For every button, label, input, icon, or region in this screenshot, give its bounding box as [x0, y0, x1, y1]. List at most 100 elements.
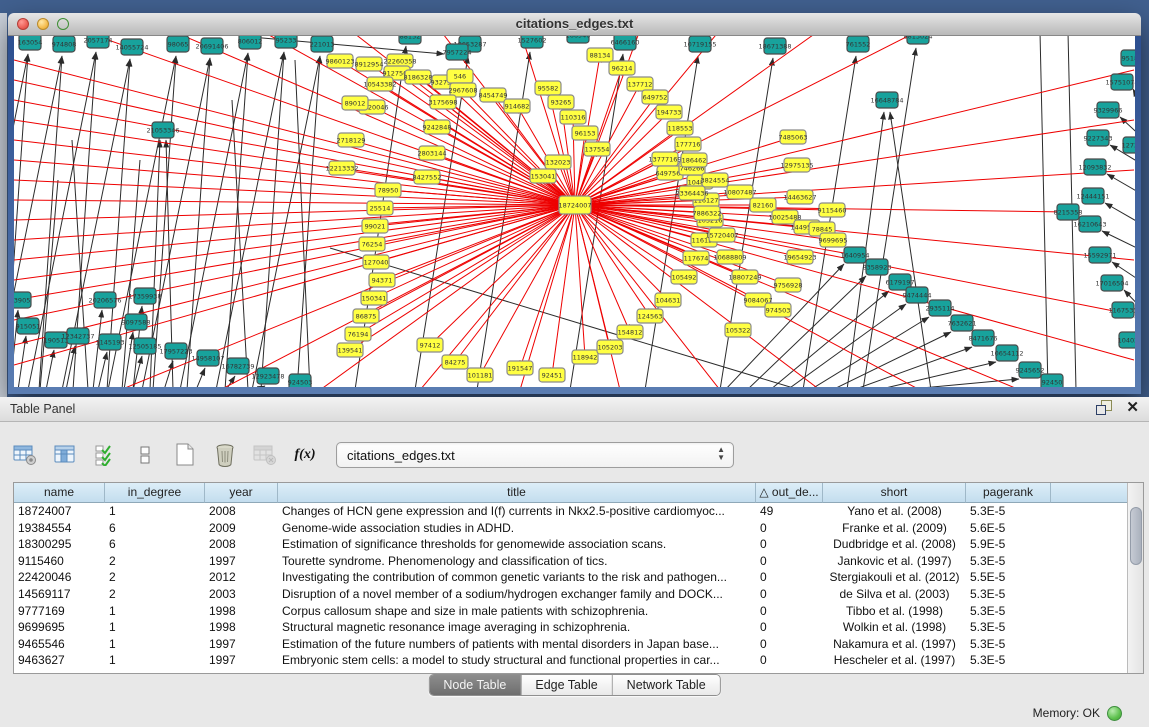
cell-pagerank[interactable]: 5.3E-5 [966, 619, 1051, 636]
graph-node[interactable]: 221013 [310, 36, 335, 52]
graph-node[interactable]: 8471676 [969, 330, 998, 346]
graph-node[interactable]: 13777169 [648, 152, 681, 166]
graph-node[interactable]: 7886322 [693, 206, 722, 220]
table-row[interactable]: 1938455462009Genome-wide association stu… [14, 520, 1127, 537]
graph-node[interactable]: 3824554 [701, 173, 730, 187]
cell-year[interactable]: 2012 [205, 569, 278, 586]
graph-node[interactable]: 2803144 [418, 146, 447, 160]
graph-node[interactable]: 1527602 [518, 36, 547, 48]
table-row[interactable]: 946554611997Estimation of the future num… [14, 636, 1127, 653]
column-header-out_degree[interactable]: △ out_de... [756, 483, 823, 503]
graph-node[interactable]: 15592971 [1083, 247, 1116, 263]
cell-in_degree[interactable]: 1 [105, 503, 205, 520]
cell-out_degree[interactable]: 0 [756, 619, 823, 636]
graph-node[interactable]: 17957223 [159, 343, 192, 359]
graph-node[interactable]: 132023 [545, 155, 571, 169]
graph-node[interactable]: 14958107 [191, 350, 224, 366]
cell-title[interactable]: Tourette syndrome. Phenomenology and cla… [278, 553, 756, 570]
column-header-short[interactable]: short [823, 483, 966, 503]
graph-node[interactable]: 88134 [587, 48, 613, 62]
graph-node[interactable]: 10807487 [723, 185, 756, 199]
graph-node[interactable]: 12213332 [325, 161, 358, 175]
graph-node[interactable]: 21053346 [146, 122, 179, 138]
graph-node[interactable]: 8358923 [863, 259, 892, 275]
table-row[interactable]: 977716911998Corpus callosum shape and si… [14, 603, 1127, 620]
graph-node[interactable]: 761552 [846, 36, 871, 52]
cell-short[interactable]: Nakamura et al. (1997) [823, 636, 966, 653]
delete-table-icon[interactable] [210, 440, 240, 470]
graph-node[interactable]: 974808 [52, 36, 77, 52]
cell-year[interactable]: 1997 [205, 636, 278, 653]
graph-node[interactable]: 96153 [572, 126, 598, 140]
cell-pagerank[interactable]: 5.3E-5 [966, 553, 1051, 570]
tab-node-table[interactable]: Node Table [429, 675, 521, 695]
graph-node[interactable]: 9699695 [819, 233, 848, 247]
tab-network-table[interactable]: Network Table [613, 675, 720, 695]
cell-title[interactable]: Estimation of the future numbers of pati… [278, 636, 756, 653]
cell-title[interactable]: Genome-wide association studies in ADHD. [278, 520, 756, 537]
function-builder-icon[interactable]: f(x) [290, 440, 320, 470]
graph-node[interactable]: 82160 [750, 198, 776, 212]
table-row[interactable]: 969969511998Structural magnetic resonanc… [14, 619, 1127, 636]
graph-node[interactable]: 12093832 [1078, 159, 1111, 175]
cell-year[interactable]: 2008 [205, 536, 278, 553]
graph-node[interactable]: 8912954 [355, 57, 384, 71]
graph-node[interactable]: 806012 [238, 36, 263, 49]
cell-pagerank[interactable]: 5.6E-5 [966, 520, 1051, 537]
cell-name[interactable]: 18300295 [14, 536, 105, 553]
graph-node[interactable]: 9242848 [423, 120, 452, 134]
column-header-in_degree[interactable]: in_degree [105, 483, 205, 503]
graph-node[interactable]: 2718129 [337, 133, 366, 147]
cell-name[interactable]: 14569117 [14, 586, 105, 603]
graph-node[interactable]: 8215358 [1054, 204, 1083, 220]
graph-node[interactable]: 105322 [725, 323, 751, 337]
cell-in_degree[interactable]: 2 [105, 569, 205, 586]
column-header-year[interactable]: year [205, 483, 278, 503]
graph-node[interactable]: 186462 [681, 153, 707, 167]
graph-node[interactable]: 104631 [655, 293, 681, 307]
graph-node[interactable]: 9329966 [1094, 102, 1123, 118]
table-row[interactable]: 1830029562008Estimation of significance … [14, 536, 1127, 553]
network-graph[interactable]: 1630549748082057174140557249806520691406… [14, 36, 1135, 387]
graph-node[interactable]: 649752 [642, 90, 668, 104]
cell-title[interactable]: Structural magnetic resonance image aver… [278, 619, 756, 636]
cell-in_degree[interactable]: 2 [105, 553, 205, 570]
graph-node[interactable]: 18671388 [758, 38, 791, 54]
close-panel-icon[interactable]: ✕ [1126, 400, 1139, 415]
cell-short[interactable]: Franke et al. (2009) [823, 520, 966, 537]
graph-node[interactable]: 88152 [399, 36, 421, 44]
cell-in_degree[interactable]: 1 [105, 603, 205, 620]
graph-node[interactable]: 124563 [637, 309, 663, 323]
graph-node[interactable]: 10543382 [363, 77, 396, 91]
graph-node[interactable]: 15720407 [705, 228, 738, 242]
graph-node[interactable]: 12975135 [780, 158, 813, 172]
network-canvas[interactable]: 1630549748082057174140557249806520691406… [14, 36, 1135, 387]
graph-node[interactable]: 137554 [584, 142, 610, 156]
graph-node[interactable]: 8186328 [404, 70, 433, 84]
graph-node[interactable]: 19654923 [783, 250, 816, 264]
cell-name[interactable]: 18724007 [14, 503, 105, 520]
cell-pagerank[interactable]: 5.3E-5 [966, 636, 1051, 653]
graph-node[interactable]: 9097588 [122, 314, 151, 330]
cell-title[interactable]: Estimation of significance thresholds fo… [278, 536, 756, 553]
table-body[interactable]: 1872400712008Changes of HCN gene express… [14, 503, 1127, 673]
graph-node[interactable]: 93265 [548, 95, 574, 109]
graph-node[interactable]: 78950 [375, 183, 401, 197]
graph-node[interactable]: 25514 [367, 201, 393, 215]
cell-year[interactable]: 2009 [205, 520, 278, 537]
new-table-icon[interactable] [170, 440, 200, 470]
graph-node[interactable]: 8427552 [413, 170, 442, 184]
graph-node[interactable]: 1640954 [841, 247, 870, 263]
network-window[interactable]: citations_edges.txt 16305497480820571741… [8, 13, 1141, 394]
graph-node[interactable]: 101181 [467, 368, 493, 382]
graph-node[interactable]: 127343 [1122, 137, 1135, 153]
graph-node[interactable]: 9115460 [818, 203, 847, 217]
graph-node[interactable]: 20206576 [88, 292, 121, 308]
cell-pagerank[interactable]: 5.3E-5 [966, 503, 1051, 520]
table-row[interactable]: 946362711997Embryonic stem cells: a mode… [14, 652, 1127, 669]
row-height-icon[interactable] [130, 440, 160, 470]
graph-node[interactable]: 924503 [288, 374, 313, 387]
graph-node[interactable]: 7632621 [948, 315, 977, 331]
cell-out_degree[interactable]: 0 [756, 553, 823, 570]
cell-out_degree[interactable]: 0 [756, 636, 823, 653]
